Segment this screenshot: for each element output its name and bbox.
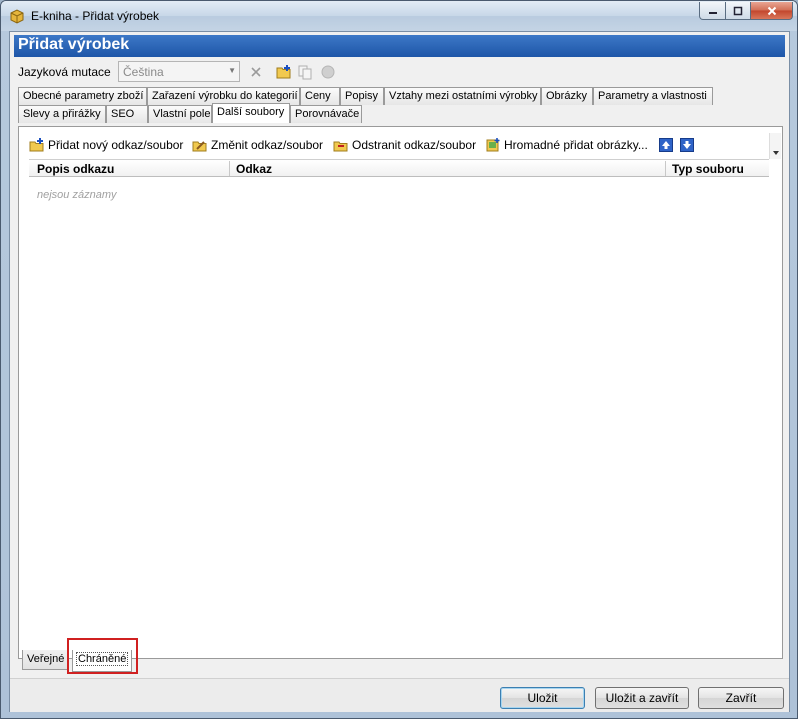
circle-icon[interactable] <box>320 64 336 80</box>
folder-edit-icon <box>192 141 207 152</box>
folder-add-icon <box>29 138 44 152</box>
tab-relations[interactable]: Vztahy mezi ostatními výrobky <box>384 87 541 105</box>
tab-row-2: Slevy a přirážky SEO Vlastní pole Další … <box>14 103 785 123</box>
tab-other-files[interactable]: Další soubory <box>212 103 290 123</box>
minimize-button[interactable] <box>699 2 726 20</box>
tab-general[interactable]: Obecné parametry zboží <box>18 87 147 105</box>
title-bar[interactable]: E-kniha - Přidat výrobek <box>1 1 797 31</box>
form-header: Přidat výrobek <box>14 35 785 57</box>
delete-link-button[interactable]: Odstranit odkaz/soubor <box>333 135 476 155</box>
chevron-down-icon: ▼ <box>228 66 236 75</box>
files-toolbar: Přidat nový odkaz/soubor Změnit odkaz/so… <box>29 133 781 159</box>
column-description[interactable]: Popis odkazu <box>37 162 114 176</box>
copy-icon[interactable] <box>297 64 313 80</box>
bulk-add-images-button[interactable]: Hromadné přidat obrázky... <box>485 135 648 155</box>
edit-link-button[interactable]: Změnit odkaz/soubor <box>192 135 323 155</box>
maximize-icon <box>733 6 743 15</box>
close-button[interactable]: Zavřít <box>698 687 784 709</box>
tab-prices[interactable]: Ceny <box>300 87 340 105</box>
tab-images[interactable]: Obrázky <box>541 87 593 105</box>
dialog-footer: Uložit Uložit a zavřít Zavřít <box>10 678 789 712</box>
tab-row-1: Obecné parametry zboží Zařazení výrobku … <box>14 87 785 105</box>
toolbar-overflow[interactable] <box>769 133 781 159</box>
x-icon[interactable] <box>248 64 264 80</box>
window-title: E-kniha - Přidat výrobek <box>31 9 160 23</box>
folder-add-icon[interactable] <box>276 64 292 80</box>
tab-page-other-files: Přidat nový odkaz/soubor Změnit odkaz/so… <box>18 126 783 659</box>
tab-descriptions[interactable]: Popisy <box>340 87 384 105</box>
package-icon <box>10 9 24 24</box>
maximize-button[interactable] <box>725 2 751 20</box>
column-separator[interactable] <box>665 161 666 176</box>
move-down-button[interactable] <box>680 135 697 155</box>
form-client-area: Přidat výrobek Jazyková mutace Čeština ▼ <box>9 31 790 712</box>
column-separator[interactable] <box>229 161 230 176</box>
tab-seo[interactable]: SEO <box>106 105 148 123</box>
arrow-up-icon <box>659 138 673 152</box>
image-add-icon <box>486 138 500 152</box>
close-window-button[interactable] <box>750 2 793 20</box>
arrow-down-icon <box>680 138 694 152</box>
minimize-icon <box>708 11 717 14</box>
language-toolbar: Jazyková mutace Čeština ▼ <box>14 59 785 85</box>
close-icon <box>767 6 776 15</box>
save-and-close-button[interactable]: Uložit a zavřít <box>595 687 689 709</box>
language-value: Čeština <box>123 65 164 79</box>
tab-custom-fields[interactable]: Vlastní pole <box>148 105 212 123</box>
add-link-button[interactable]: Přidat nový odkaz/soubor <box>29 135 183 155</box>
folder-delete-icon <box>333 141 348 152</box>
move-up-button[interactable] <box>659 135 676 155</box>
tab-public[interactable]: Veřejné <box>22 650 68 670</box>
tab-parameters[interactable]: Parametry a vlastnosti <box>593 87 713 105</box>
grid-header: Popis odkazu Odkaz Typ souboru <box>29 159 769 177</box>
highlight-box <box>67 638 138 674</box>
language-label: Jazyková mutace <box>18 65 111 79</box>
column-link[interactable]: Odkaz <box>236 162 272 176</box>
tab-comparators[interactable]: Porovnávače <box>290 105 362 123</box>
empty-grid-message: nejsou záznamy <box>37 189 117 201</box>
chevron-down-icon <box>773 151 779 155</box>
save-button[interactable]: Uložit <box>500 687 585 709</box>
language-select[interactable]: Čeština ▼ <box>118 61 240 82</box>
app-window: E-kniha - Přidat výrobek Přidat výrobek … <box>0 0 798 719</box>
column-file-type[interactable]: Typ souboru <box>672 162 744 176</box>
tab-discounts[interactable]: Slevy a přirážky <box>18 105 106 123</box>
